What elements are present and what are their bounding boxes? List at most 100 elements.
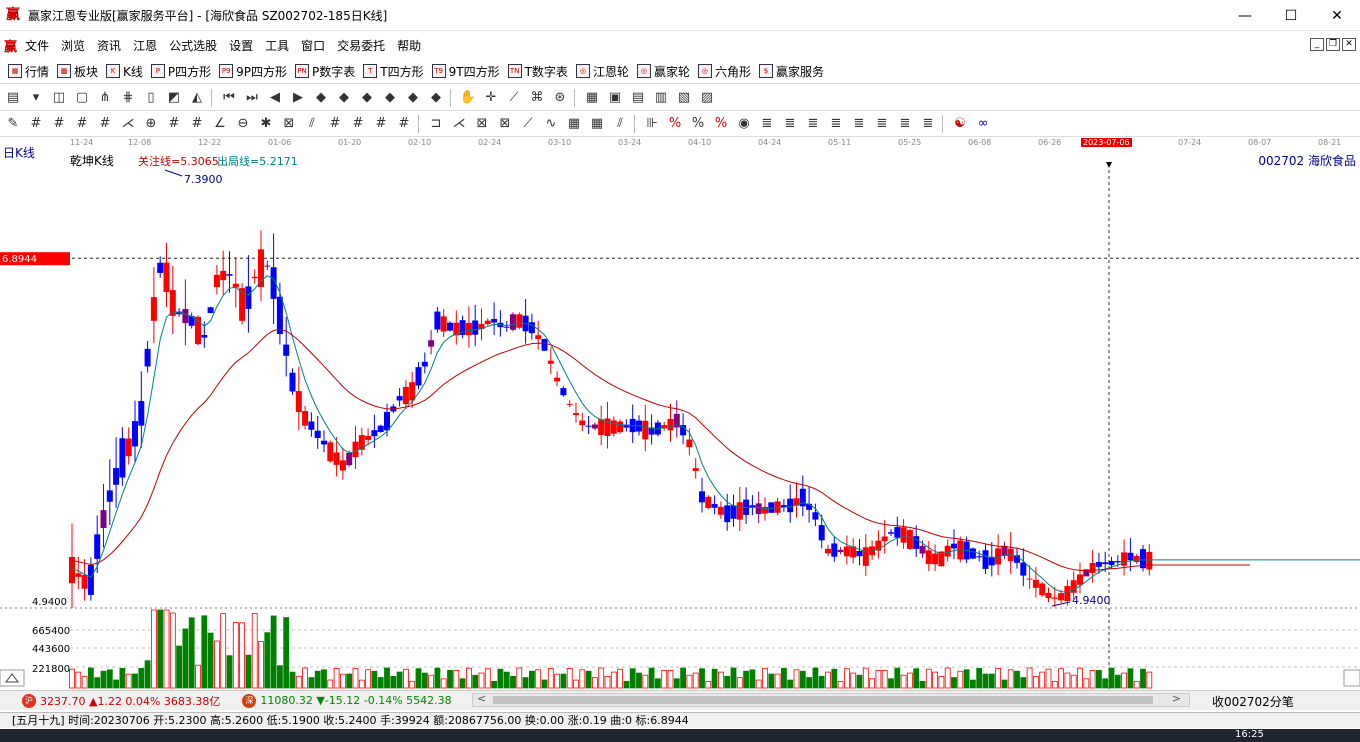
hexagon-button[interactable]: ◎ 六角形 — [697, 63, 751, 80]
last-icon[interactable]: ⏭ — [242, 88, 262, 108]
grid-tool10-icon[interactable]: # — [394, 114, 414, 134]
grid-tool-icon[interactable]: # — [26, 114, 46, 134]
fan-icon[interactable]: ⋌ — [118, 114, 138, 134]
diamond4-icon[interactable]: ◆ — [380, 88, 400, 108]
sector-button[interactable]: ▩ 板块 — [57, 63, 98, 80]
minimize-button[interactable]: — — [1222, 0, 1268, 31]
bracket-icon[interactable]: ⊐ — [426, 114, 446, 134]
calc-icon[interactable]: ▣ — [605, 88, 625, 108]
line-icon[interactable]: ⟋ — [504, 88, 524, 108]
level4-icon[interactable]: ≣ — [826, 114, 846, 134]
horizontal-scrollbar[interactable]: < > — [472, 692, 1190, 707]
next-icon[interactable]: ▶ — [288, 88, 308, 108]
mdi-restore-button[interactable]: ❐ — [1326, 38, 1340, 51]
percent-icon[interactable]: % — [688, 114, 708, 134]
grid-tool6-icon[interactable]: # — [187, 114, 207, 134]
diamond5-icon[interactable]: ◆ — [403, 88, 423, 108]
sz-index-icon[interactable]: 深 — [242, 693, 257, 708]
grid-tool4-icon[interactable]: # — [95, 114, 115, 134]
page-icon[interactable]: ▤ — [3, 88, 23, 108]
maximize-button[interactable]: ☐ — [1268, 0, 1314, 31]
menu-settings[interactable]: 设置 — [229, 37, 253, 54]
yinyang-icon[interactable]: ☯ — [950, 114, 970, 134]
kline-chart[interactable]: 7.3900 4.9400 6.8944 4.9400 665400 443600 2218… — [0, 150, 1360, 690]
box-tool-icon[interactable]: ⊠ — [279, 114, 299, 134]
prev-icon[interactable]: ◀ — [265, 88, 285, 108]
save-icon[interactable]: ▥ — [651, 88, 671, 108]
quotes-button[interactable]: ▦ 行情 — [8, 63, 49, 80]
scroll-left-icon[interactable]: < — [477, 692, 486, 705]
p-square-button[interactable]: P P四方形 — [150, 63, 211, 80]
level3-icon[interactable]: ≣ — [803, 114, 823, 134]
coin-icon[interactable]: ◉ — [734, 114, 754, 134]
level5-icon[interactable]: ≣ — [849, 114, 869, 134]
pencil-icon[interactable]: ✎ — [3, 114, 23, 134]
menu-help[interactable]: 帮助 — [397, 37, 421, 54]
percent-red-icon[interactable]: % — [665, 114, 685, 134]
line-tool-icon[interactable]: ⫽ — [302, 114, 322, 134]
circle-grid-icon[interactable]: ⊕ — [141, 114, 161, 134]
scroll-thumb[interactable] — [493, 696, 1153, 704]
export-icon[interactable]: ▨ — [697, 88, 717, 108]
winner-wheel-button[interactable]: ◎ 赢家轮 — [636, 63, 690, 80]
grid-tool8-icon[interactable]: # — [348, 114, 368, 134]
level-icon[interactable]: ≣ — [757, 114, 777, 134]
menu-file[interactable]: 文件 — [25, 37, 49, 54]
t9-square-button[interactable]: T9 9T四方形 — [431, 63, 500, 80]
draw-icon[interactable]: ◩ — [164, 88, 184, 108]
candle-icon[interactable]: ⋕ — [118, 88, 138, 108]
period-icon[interactable]: ◫ — [49, 88, 69, 108]
mdi-minimize-button[interactable]: _ — [1310, 38, 1324, 51]
diamond3-icon[interactable]: ◆ — [357, 88, 377, 108]
crosshair-icon[interactable]: ✛ — [481, 88, 501, 108]
angle-icon[interactable]: ∠ — [210, 114, 230, 134]
grid-tool3-icon[interactable]: # — [72, 114, 92, 134]
wave-icon[interactable]: ∿ — [541, 114, 561, 134]
first-icon[interactable]: ⏮ — [219, 88, 239, 108]
print-icon[interactable]: ▧ — [674, 88, 694, 108]
trend-icon[interactable]: ⟋ — [518, 114, 538, 134]
box3-icon[interactable]: ⊠ — [495, 114, 515, 134]
fib-icon[interactable]: ⌘ — [527, 88, 547, 108]
grid-tool5-icon[interactable]: # — [164, 114, 184, 134]
grid-tool9-icon[interactable]: # — [371, 114, 391, 134]
calendar-icon[interactable]: ▦ — [582, 88, 602, 108]
dropdown-icon[interactable]: ▾ — [26, 88, 46, 108]
menu-info[interactable]: 资讯 — [97, 37, 121, 54]
pn-table-button[interactable]: PN P数字表 — [295, 63, 355, 80]
level6-icon[interactable]: ≣ — [872, 114, 892, 134]
tn-table-button[interactable]: TN T数字表 — [507, 63, 568, 80]
level8-icon[interactable]: ≣ — [918, 114, 938, 134]
menu-browse[interactable]: 浏览 — [61, 37, 85, 54]
fan2-icon[interactable]: ⋌ — [449, 114, 469, 134]
chart-type-icon[interactable]: ⋔ — [95, 88, 115, 108]
menu-tools[interactable]: 工具 — [265, 37, 289, 54]
parallel-icon[interactable]: ⫽ — [610, 114, 630, 134]
grid-tool11-icon[interactable]: ▦ — [564, 114, 584, 134]
grid-tool2-icon[interactable]: # — [49, 114, 69, 134]
level7-icon[interactable]: ≣ — [895, 114, 915, 134]
diamond6-icon[interactable]: ◆ — [426, 88, 446, 108]
mdi-close-button[interactable]: ✕ — [1342, 38, 1356, 51]
bar-icon[interactable]: ▯ — [141, 88, 161, 108]
tick-detail-link[interactable]: 收002702分笔 — [1212, 693, 1294, 710]
diamond2-icon[interactable]: ◆ — [334, 88, 354, 108]
gann-wheel-button[interactable]: ◎ 江恩轮 — [575, 63, 629, 80]
level2-icon[interactable]: ≣ — [780, 114, 800, 134]
close-button[interactable]: ✕ — [1314, 0, 1360, 31]
ruler-icon[interactable]: ⊪ — [642, 114, 662, 134]
doc-icon[interactable]: ▢ — [72, 88, 92, 108]
menu-window[interactable]: 窗口 — [301, 37, 325, 54]
circle-tool-icon[interactable]: ⊖ — [233, 114, 253, 134]
scroll-right-icon[interactable]: > — [1172, 692, 1181, 705]
menu-gann[interactable]: 江恩 — [133, 37, 157, 54]
percent2-icon[interactable]: % — [711, 114, 731, 134]
service-button[interactable]: $ 赢家服务 — [758, 63, 824, 80]
cycle-icon[interactable]: ⊛ — [550, 88, 570, 108]
sh-index-icon[interactable]: 沪 — [22, 693, 36, 708]
diamond1-icon[interactable]: ◆ — [311, 88, 331, 108]
grid-tool7-icon[interactable]: # — [325, 114, 345, 134]
kline-button[interactable]: K K线 — [106, 63, 143, 80]
box2-icon[interactable]: ⊠ — [472, 114, 492, 134]
menu-trade[interactable]: 交易委托 — [337, 37, 385, 54]
